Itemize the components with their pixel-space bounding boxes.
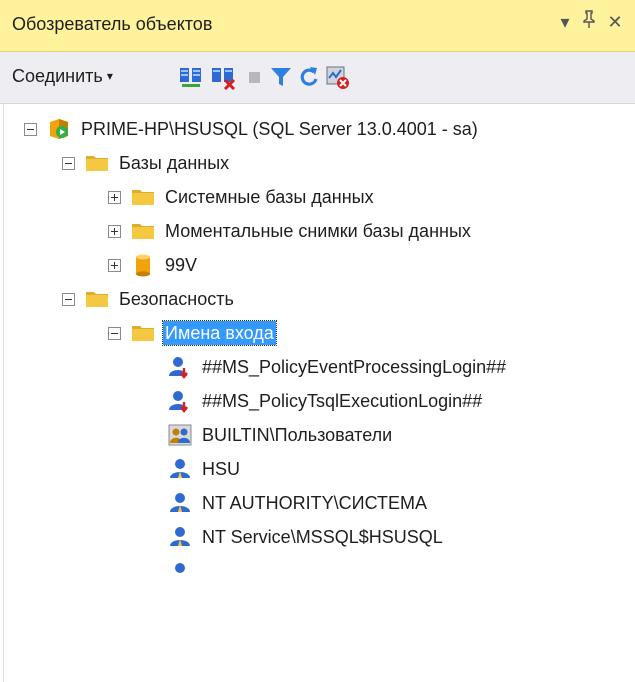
expand-toggle[interactable] xyxy=(108,190,121,204)
expand-toggle[interactable] xyxy=(108,258,121,272)
tree-node-security[interactable]: Безопасность xyxy=(62,282,236,316)
group-login-icon xyxy=(168,424,192,446)
tree-node-login-partial[interactable] xyxy=(168,560,200,578)
expand-toggle[interactable] xyxy=(108,224,121,238)
panel-title: Обозреватель объектов xyxy=(12,14,213,34)
connect-object-explorer-icon[interactable] xyxy=(178,64,204,90)
tree-node-database-snapshots[interactable]: Моментальные снимки базы данных xyxy=(108,214,473,248)
folder-icon xyxy=(132,190,154,205)
tree-label-databases: Базы данных xyxy=(119,153,230,173)
tree-label-server: PRIME-HP\HSUSQL (SQL Server 13.0.4001 - … xyxy=(81,119,478,139)
tree-node-login[interactable]: ##MS_PolicyTsqlExecutionLogin## xyxy=(168,384,484,418)
collapse-toggle[interactable] xyxy=(108,326,121,340)
object-explorer-toolbar: Соединить ▾ xyxy=(0,52,635,104)
disabled-login-icon xyxy=(169,357,188,379)
tree-node-server[interactable]: PRIME-HP\HSUSQL (SQL Server 13.0.4001 - … xyxy=(24,112,480,146)
user-login-icon xyxy=(170,493,190,512)
tree-left-border xyxy=(3,104,4,682)
tree-label-login: NT AUTHORITY\СИСТЕМА xyxy=(202,493,428,513)
folder-icon xyxy=(132,326,154,341)
tree-node-databases[interactable]: Базы данных xyxy=(62,146,231,180)
tree-label-database-snapshots: Моментальные снимки базы данных xyxy=(165,221,471,241)
tree-node-database-99v[interactable]: 99V xyxy=(108,248,199,282)
collapse-toggle[interactable] xyxy=(24,122,37,136)
tree-node-logins[interactable]: Имена входа xyxy=(108,316,277,350)
tree-label-database-99v: 99V xyxy=(165,255,198,275)
collapse-toggle[interactable] xyxy=(62,292,75,306)
connect-button[interactable]: Соединить ▾ xyxy=(12,66,113,87)
user-login-icon xyxy=(170,459,190,478)
tree-label-login: NT Service\MSSQL$HSUSQL xyxy=(202,527,443,547)
folder-icon xyxy=(86,292,108,307)
tree-label-system-databases: Системные базы данных xyxy=(165,187,374,207)
tree-label-login: BUILTIN\Пользователи xyxy=(202,425,393,445)
tree-node-login[interactable]: HSU xyxy=(168,452,242,486)
tree-label-logins: Имена входа xyxy=(162,320,277,346)
close-icon[interactable]: ✕ xyxy=(604,9,626,35)
tree-node-system-databases[interactable]: Системные базы данных xyxy=(108,180,376,214)
folder-icon xyxy=(132,224,154,239)
disabled-login-icon xyxy=(169,391,188,413)
tree-label-login: ##MS_PolicyEventProcessingLogin## xyxy=(202,357,507,377)
user-login-icon xyxy=(170,527,190,546)
pin-icon[interactable] xyxy=(578,9,600,35)
disconnect-icon[interactable] xyxy=(210,64,236,90)
sql-server-icon xyxy=(50,119,68,139)
database-icon xyxy=(136,254,150,277)
refresh-icon[interactable] xyxy=(296,64,322,90)
tree-node-login[interactable]: NT Service\MSSQL$HSUSQL xyxy=(168,520,445,554)
stop-icon[interactable] xyxy=(242,64,268,90)
tree-label-login: HSU xyxy=(202,459,241,479)
activity-monitor-icon[interactable] xyxy=(324,64,350,90)
tree-label-login: ##MS_PolicyTsqlExecutionLogin## xyxy=(202,391,483,411)
tree-node-login[interactable]: BUILTIN\Пользователи xyxy=(168,418,394,452)
connect-dropdown-icon[interactable]: ▾ xyxy=(107,69,113,83)
collapse-toggle[interactable] xyxy=(62,156,75,170)
window-position-dropdown-icon[interactable]: ▾ xyxy=(554,9,576,35)
object-explorer-tree: PRIME-HP\HSUSQL (SQL Server 13.0.4001 - … xyxy=(0,104,635,682)
filter-icon[interactable] xyxy=(268,64,294,90)
tree-node-login[interactable]: ##MS_PolicyEventProcessingLogin## xyxy=(168,350,508,384)
connect-label: Соединить xyxy=(12,66,103,86)
user-login-icon xyxy=(175,563,185,573)
tree-node-login[interactable]: NT AUTHORITY\СИСТЕМА xyxy=(168,486,429,520)
panel-title-bar: Обозреватель объектов ▾ ✕ xyxy=(0,0,635,52)
folder-icon xyxy=(86,156,108,171)
tree-label-security: Безопасность xyxy=(119,289,234,309)
